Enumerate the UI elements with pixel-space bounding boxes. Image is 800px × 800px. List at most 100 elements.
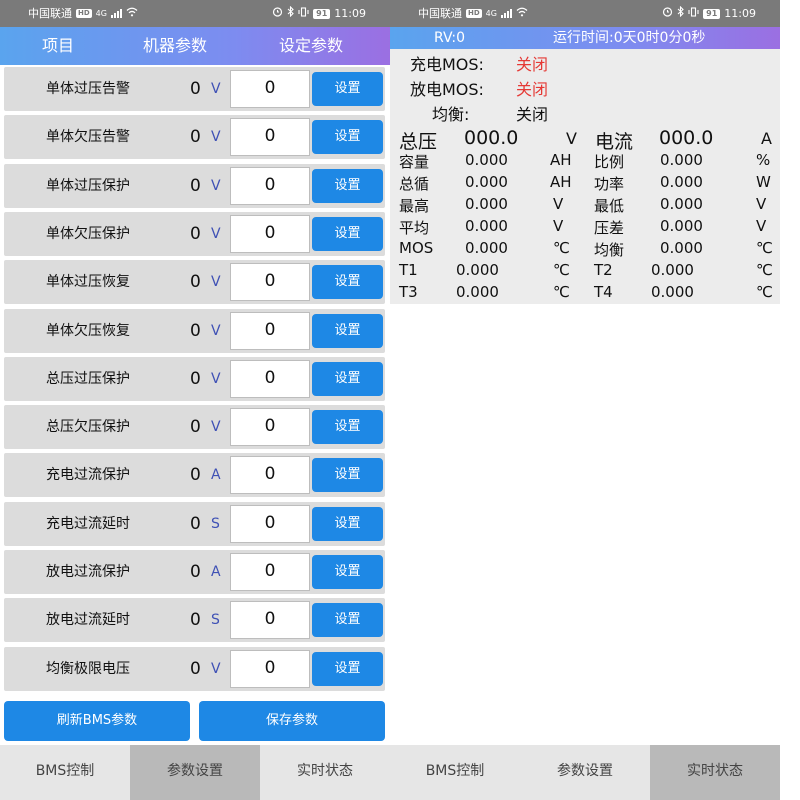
bottom-tabs: BMS控制 参数设置 实时状态	[390, 745, 780, 800]
metric-label: T3	[399, 283, 418, 301]
param-row: 放电过流保护 0 A 0 设置	[4, 550, 385, 594]
save-params-button[interactable]: 保存参数	[199, 701, 385, 741]
metric-unit: ℃	[756, 239, 773, 257]
param-set-button[interactable]: 设置	[312, 555, 383, 589]
signal-icon	[500, 9, 512, 18]
metric-unit: W	[756, 173, 771, 191]
current-unit: A	[761, 129, 772, 148]
param-set-input[interactable]: 0	[230, 311, 310, 350]
carrier-group: 中国联通 HD 4G	[418, 0, 528, 27]
metric-value: 0.000	[465, 195, 508, 213]
param-machine-value: 0	[190, 368, 201, 389]
param-set-input[interactable]: 0	[230, 553, 310, 591]
charge-mos-label: 充电MOS:	[410, 55, 484, 74]
param-name: 放电过流延时	[46, 612, 130, 629]
app-root: 中国联通 HD 4G 91 11:09 项目 机器参数 设定参数 单体过压告警 …	[0, 0, 800, 800]
status-indicators: 91 11:09	[662, 0, 756, 27]
metric-value: 0.000	[465, 239, 508, 257]
param-machine-value: 0	[190, 465, 201, 486]
total-voltage-value: 000.0	[464, 127, 519, 149]
metric-unit: ℃	[756, 261, 773, 279]
param-name: 充电过流保护	[46, 467, 130, 484]
param-set-button[interactable]: 设置	[312, 458, 383, 493]
metric-label: 最低	[594, 197, 625, 215]
param-unit: A	[211, 564, 221, 580]
carrier-group: 中国联通 HD 4G	[28, 0, 138, 27]
param-machine-value: 0	[190, 223, 201, 244]
param-name: 单体欠压告警	[46, 129, 130, 146]
total-voltage-label: 总压	[399, 131, 438, 153]
param-row: 总压欠压保护 0 V 0 设置	[4, 405, 385, 450]
hd-badge: HD	[466, 9, 482, 18]
param-row: 总压过压保护 0 V 0 设置	[4, 356, 385, 401]
param-set-button[interactable]: 设置	[312, 506, 383, 541]
realtime-empty-area	[390, 304, 780, 745]
tab-realtime-status[interactable]: 实时状态	[260, 745, 390, 800]
param-set-button[interactable]: 设置	[312, 410, 383, 445]
param-name: 均衡极限电压	[46, 660, 130, 677]
param-unit: V	[211, 322, 221, 339]
discharge-mos-label: 放电MOS:	[410, 80, 484, 99]
metric-label: MOS	[399, 239, 434, 257]
param-unit: S	[211, 515, 220, 532]
metric-value: 0.000	[465, 151, 508, 169]
param-set-input[interactable]: 0	[230, 359, 310, 398]
metric-value: 0.000	[456, 261, 499, 279]
param-unit: V	[211, 129, 221, 146]
alarm-icon	[272, 0, 283, 27]
param-set-input[interactable]: 0	[230, 408, 310, 447]
refresh-bms-button[interactable]: 刷新BMS参数	[4, 701, 190, 741]
param-name: 单体过压告警	[46, 81, 130, 97]
charge-mos-row: 充电MOS: 关闭	[410, 51, 548, 75]
metric-value: 0.000	[651, 261, 694, 279]
param-row: 单体过压告警 0 V 0 设置	[4, 67, 385, 111]
metric-label: 容量	[399, 153, 430, 171]
hd-badge: HD	[76, 9, 92, 18]
metric-label: 平均	[399, 219, 430, 237]
battery-icon: 91	[313, 8, 331, 19]
param-set-input[interactable]: 0	[230, 504, 310, 543]
param-set-button[interactable]: 设置	[312, 313, 383, 348]
realtime-screen: 中国联通 HD 4G 91 11:09 RV:0 运行时间:0天0时0分0秒 充…	[390, 0, 780, 800]
tab-param-settings[interactable]: 参数设置	[520, 745, 650, 800]
param-set-button[interactable]: 设置	[312, 603, 383, 638]
param-set-button[interactable]: 设置	[312, 120, 383, 155]
params-header: 项目 机器参数 设定参数	[0, 27, 390, 65]
realtime-header: RV:0 运行时间:0天0时0分0秒	[390, 27, 780, 49]
battery-icon: 91	[703, 8, 721, 19]
tab-bms-control[interactable]: BMS控制	[390, 745, 520, 800]
metric-label: 最高	[399, 197, 430, 215]
metric-label: 功率	[594, 175, 625, 193]
param-set-button[interactable]: 设置	[312, 168, 383, 203]
param-machine-value: 0	[190, 562, 201, 582]
param-set-button[interactable]: 设置	[312, 72, 383, 106]
metric-unit: V	[756, 217, 767, 235]
param-set-input[interactable]: 0	[230, 456, 310, 495]
param-row: 充电过流保护 0 A 0 设置	[4, 453, 385, 498]
param-set-button[interactable]: 设置	[312, 651, 383, 686]
param-set-button[interactable]: 设置	[312, 361, 383, 396]
param-set-button[interactable]: 设置	[312, 265, 383, 300]
param-row: 单体欠压恢复 0 V 0 设置	[4, 308, 385, 353]
param-set-input[interactable]: 0	[230, 166, 310, 205]
param-set-input[interactable]: 0	[230, 649, 310, 688]
tab-realtime-status[interactable]: 实时状态	[650, 745, 780, 800]
tab-param-settings[interactable]: 参数设置	[130, 745, 260, 800]
param-set-input[interactable]: 0	[230, 214, 310, 253]
metric-unit: V	[553, 217, 564, 235]
tab-bms-control[interactable]: BMS控制	[0, 745, 130, 800]
param-machine-value: 0	[190, 610, 201, 631]
header-item-label: 项目	[42, 36, 75, 55]
params-screen: 中国联通 HD 4G 91 11:09 项目 机器参数 设定参数 单体过压告警 …	[0, 0, 390, 800]
current-label: 电流	[595, 131, 634, 153]
param-set-input[interactable]: 0	[230, 118, 310, 157]
metric-value: 0.000	[660, 173, 703, 191]
bluetooth-icon	[287, 0, 294, 27]
discharge-mos-value: 关闭	[516, 80, 549, 99]
param-set-input[interactable]: 0	[230, 263, 310, 302]
param-set-button[interactable]: 设置	[312, 216, 383, 251]
status-bar: 中国联通 HD 4G 91 11:09	[0, 0, 390, 27]
param-set-input[interactable]: 0	[230, 601, 310, 640]
param-machine-value: 0	[190, 513, 201, 534]
param-set-input[interactable]: 0	[230, 70, 310, 108]
